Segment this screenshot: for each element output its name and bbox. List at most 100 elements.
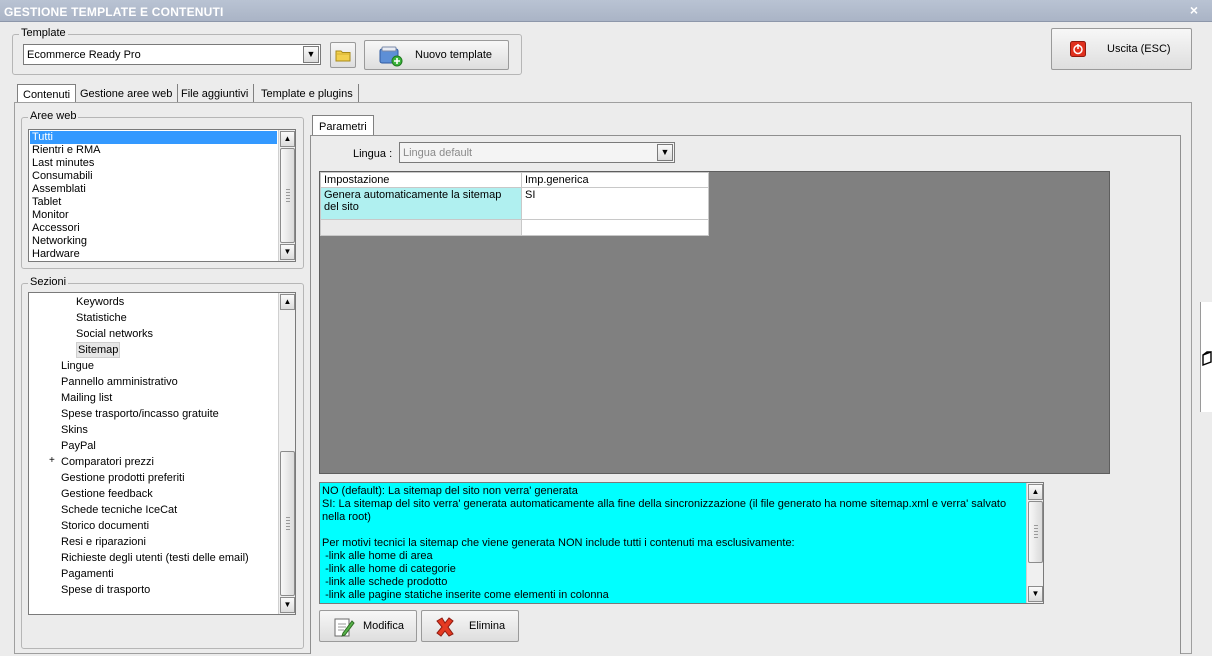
tree-node[interactable]: Pannello amministrativo: [61, 374, 178, 390]
exit-button[interactable]: Uscita (ESC): [1051, 28, 1192, 70]
modify-button[interactable]: Modifica: [319, 610, 417, 642]
main-tab-strip: Contenuti Gestione aree web File aggiunt…: [17, 84, 377, 104]
chevron-down-icon[interactable]: ▼: [657, 144, 673, 161]
table-row[interactable]: [320, 219, 709, 236]
tab-contenuti-label: Contenuti: [23, 89, 71, 101]
list-item[interactable]: Consumabili: [30, 170, 277, 183]
tab-template-plugins[interactable]: Template e plugins: [256, 84, 359, 104]
delete-x-icon: [436, 617, 454, 637]
list-item[interactable]: Rientri e RMA: [30, 144, 277, 157]
tree-node[interactable]: Social networks: [76, 326, 153, 342]
grid-cell-value[interactable]: SI: [521, 187, 709, 220]
delete-button[interactable]: Elimina: [421, 610, 519, 642]
list-item[interactable]: Networking: [30, 235, 277, 248]
template-select-value: Ecommerce Ready Pro: [27, 49, 141, 61]
tree-node[interactable]: Skins: [61, 422, 88, 438]
tree-node[interactable]: Richieste degli utenti (testi delle emai…: [61, 550, 249, 566]
list-item[interactable]: Tablet: [30, 196, 277, 209]
aree-web-scrollbar[interactable]: ▲ ▼: [278, 130, 295, 261]
tree-node[interactable]: Schede tecniche IceCat: [61, 502, 177, 518]
list-item[interactable]: Assemblati: [30, 183, 277, 196]
new-template-button[interactable]: Nuovo template: [364, 40, 509, 70]
tree-node[interactable]: Resi e riparazioni: [61, 534, 146, 550]
close-icon[interactable]: ×: [1190, 2, 1198, 18]
new-template-icon: [379, 46, 403, 67]
scroll-thumb[interactable]: [280, 148, 295, 243]
scroll-up-icon[interactable]: ▲: [1028, 484, 1043, 500]
power-icon: [1070, 41, 1086, 57]
tab-gestione-aree-web-label: Gestione aree web: [80, 88, 173, 100]
grid-header-row: Impostazione Imp.generica: [320, 172, 709, 188]
tree-node[interactable]: Statistiche: [76, 310, 127, 326]
tree-node[interactable]: Spese di trasporto: [61, 582, 150, 598]
tree-node[interactable]: Keywords: [76, 294, 124, 310]
modify-label: Modifica: [363, 620, 404, 632]
folder-icon: [335, 50, 351, 62]
exit-button-label: Uscita (ESC): [1107, 43, 1171, 55]
description-scrollbar[interactable]: ▲ ▼: [1026, 483, 1043, 603]
grid-header-imp-generica[interactable]: Imp.generica: [521, 172, 709, 188]
tree-node[interactable]: PayPal: [61, 438, 96, 454]
lingua-select[interactable]: Lingua default ▼: [399, 142, 675, 163]
window-client: Template Ecommerce Ready Pro ▼ Nuovo tem…: [0, 22, 1212, 656]
scroll-down-icon[interactable]: ▼: [280, 597, 295, 613]
tree-node[interactable]: Storico documenti: [61, 518, 149, 534]
grid-cell-empty[interactable]: [521, 219, 709, 236]
sezioni-label: Sezioni: [28, 276, 69, 288]
description-box[interactable]: NO (default): La sitemap del sito non ve…: [319, 482, 1044, 604]
tab-file-aggiuntivi-label: File aggiuntivi: [181, 88, 249, 100]
list-item[interactable]: Tutti: [30, 131, 277, 144]
list-item[interactable]: Last minutes: [30, 157, 277, 170]
tab-file-aggiuntivi[interactable]: File aggiuntivi: [176, 84, 255, 104]
table-row[interactable]: Genera automaticamente la sitemap del si…: [320, 187, 709, 220]
delete-label: Elimina: [469, 620, 506, 632]
template-select[interactable]: Ecommerce Ready Pro ▼: [23, 44, 321, 65]
tab-parametri-label: Parametri: [319, 121, 367, 133]
tab-parametri[interactable]: Parametri: [312, 115, 374, 136]
scroll-up-icon[interactable]: ▲: [280, 131, 295, 147]
box-icon: [1202, 350, 1212, 367]
tree-node[interactable]: Mailing list: [61, 390, 112, 406]
description-text: NO (default): La sitemap del sito non ve…: [322, 485, 1007, 601]
aree-web-list[interactable]: Tutti Rientri e RMA Last minutes Consumabil…: [28, 129, 296, 262]
scroll-down-icon[interactable]: ▼: [280, 244, 295, 260]
scroll-thumb[interactable]: [1028, 501, 1043, 563]
new-template-label: Nuovo template: [415, 49, 493, 61]
window-titlebar: GESTIONE TEMPLATE E CONTENUTI ×: [0, 0, 1212, 22]
sezioni-scrollbar[interactable]: ▲ ▼: [278, 293, 295, 614]
grid-cell-setting[interactable]: Genera automaticamente la sitemap del si…: [320, 187, 522, 220]
tree-node[interactable]: Lingue: [61, 358, 94, 374]
lingua-label: Lingua :: [353, 148, 393, 160]
tree-node[interactable]: Pagamenti: [61, 566, 114, 582]
tab-contenuti[interactable]: Contenuti: [17, 84, 77, 104]
tree-node[interactable]: Sitemap: [76, 342, 121, 358]
sezioni-tree[interactable]: Keywords Statistiche Social networks Sitema…: [28, 292, 296, 615]
window-title: GESTIONE TEMPLATE E CONTENUTI: [4, 5, 224, 19]
list-item[interactable]: Accessori: [30, 222, 277, 235]
grid-header-impostazione[interactable]: Impostazione: [320, 172, 522, 188]
edit-icon: [334, 618, 355, 637]
open-folder-button[interactable]: [330, 42, 356, 68]
aree-web-label: Aree web: [28, 110, 79, 122]
list-item[interactable]: Monitor: [30, 209, 277, 222]
scroll-thumb[interactable]: [280, 451, 295, 596]
tree-node[interactable]: Gestione feedback: [61, 486, 153, 502]
right-edge-panel: [1200, 302, 1212, 412]
scroll-up-icon[interactable]: ▲: [280, 294, 295, 310]
list-item[interactable]: Hardware: [30, 248, 277, 261]
aree-web-items: Tutti Rientri e RMA Last minutes Consumabil…: [30, 131, 277, 261]
expand-icon[interactable]: +: [49, 455, 55, 466]
scroll-down-icon[interactable]: ▼: [1028, 586, 1043, 602]
tree-node[interactable]: Spese trasporto/incasso gratuite: [61, 406, 219, 422]
lingua-select-value: Lingua default: [403, 147, 473, 159]
sezioni-nodes: Keywords Statistiche Social networks Sitema…: [29, 293, 277, 614]
chevron-down-icon[interactable]: ▼: [303, 46, 319, 63]
template-group-label: Template: [19, 27, 68, 39]
tree-node[interactable]: Gestione prodotti preferiti: [61, 470, 185, 486]
parametri-table: Impostazione Imp.generica Genera automat…: [320, 172, 709, 236]
tab-gestione-aree-web[interactable]: Gestione aree web: [75, 84, 179, 104]
tab-template-plugins-label: Template e plugins: [261, 88, 353, 100]
tree-node[interactable]: Comparatori prezzi: [61, 454, 154, 470]
parametri-grid: Impostazione Imp.generica Genera automat…: [319, 171, 1110, 474]
grid-cell-empty[interactable]: [320, 219, 522, 236]
